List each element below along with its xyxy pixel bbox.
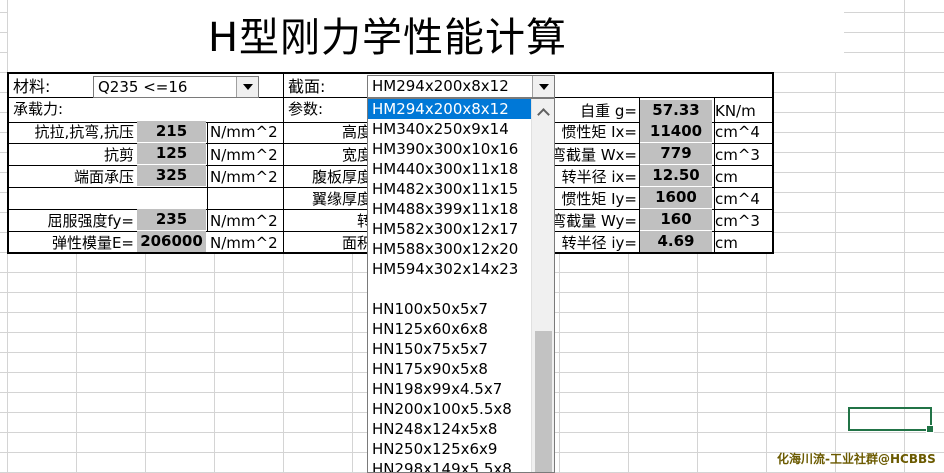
dropdown-option[interactable]: HM588x300x12x20 <box>368 239 554 259</box>
dropdown-option[interactable]: HN150x75x5x7 <box>368 339 554 359</box>
flange-thickness-label: 翼缘厚度 <box>311 190 372 208</box>
wy-label: 弯截量 Wy= <box>551 212 637 230</box>
dropdown-option[interactable]: HM482x300x11x15 <box>368 179 554 199</box>
dropdown-option[interactable]: HN248x124x5x8 <box>368 419 554 439</box>
params-heading: 参数: <box>288 100 324 118</box>
dropdown-option[interactable]: HN298x149x5.5x8 <box>368 459 554 472</box>
rx-unit: cm <box>715 168 738 186</box>
section-dropdown-list[interactable]: HM294x200x8x12 HM340x250x9x14 HM390x300x10… <box>367 98 555 473</box>
bearing-label: 端面承压 <box>73 168 134 186</box>
rx-value: 12.50 <box>640 165 712 186</box>
chevron-up-icon <box>536 107 550 121</box>
weight-value: 57.33 <box>640 100 712 121</box>
col-divider <box>283 74 284 252</box>
section-select-value: HM294x200x8x12 <box>372 77 509 95</box>
modulus-label: 弹性模量E= <box>51 234 134 252</box>
dropdown-scrollbar[interactable] <box>531 99 554 472</box>
radius-label: 转 <box>356 212 372 230</box>
ry-value: 4.69 <box>640 231 712 252</box>
dropdown-option[interactable]: HM294x200x8x12 <box>368 99 554 119</box>
wx-label: 弯截量 Wx= <box>550 146 637 164</box>
weight-label: 自重 g= <box>580 102 637 120</box>
bearing-value: 325 <box>137 165 206 186</box>
web-thickness-label: 腹板厚度 <box>311 168 372 186</box>
dropdown-option[interactable]: HN175x90x5x8 <box>368 359 554 379</box>
ry-unit: cm <box>715 234 738 252</box>
scroll-thumb[interactable] <box>535 331 552 472</box>
dropdown-option[interactable]: HN250x125x6x9 <box>368 439 554 459</box>
material-select-value: Q235 <=16 <box>98 78 188 96</box>
section-select[interactable]: HM294x200x8x12 <box>367 75 555 98</box>
tension-value: 215 <box>137 121 206 142</box>
yield-label: 屈服强度fy= <box>47 212 134 230</box>
weight-unit: KN/m <box>715 102 756 120</box>
iy-unit: cm^4 <box>715 190 760 208</box>
tension-label: 抗拉,抗弯,抗压 <box>34 123 134 141</box>
material-dropdown-button[interactable] <box>236 77 258 97</box>
width-label: 宽度 <box>341 146 372 164</box>
dropdown-option[interactable]: HM582x300x12x17 <box>368 219 554 239</box>
shear-value: 125 <box>137 143 206 164</box>
chevron-down-icon <box>242 84 253 90</box>
ry-label: 转半径 iy= <box>561 234 637 252</box>
modulus-value: 206000 <box>137 231 206 252</box>
dropdown-option[interactable]: HN198x99x4.5x7 <box>368 379 554 399</box>
ix-label: 惯性矩 Ix= <box>561 123 637 141</box>
yield-value: 235 <box>137 209 206 230</box>
capacity-heading: 承载力: <box>13 100 64 118</box>
dropdown-option[interactable]: HM488x399x11x18 <box>368 199 554 219</box>
bearing-unit: N/mm^2 <box>210 168 278 186</box>
selected-cell[interactable] <box>848 407 934 433</box>
wx-unit: cm^3 <box>715 146 760 164</box>
dropdown-option[interactable]: HN100x50x5x7 <box>368 299 554 319</box>
chevron-down-icon <box>538 83 549 90</box>
dropdown-option[interactable]: HN125x60x6x8 <box>368 319 554 339</box>
height-label: 高度 <box>341 123 372 141</box>
dropdown-option[interactable]: HM390x300x10x16 <box>368 139 554 159</box>
iy-value: 1600 <box>640 187 712 208</box>
dropdown-option[interactable]: HN200x100x5.5x8 <box>368 399 554 419</box>
section-label: 截面: <box>288 77 326 96</box>
section-dropdown-button[interactable] <box>532 76 554 97</box>
modulus-unit: N/mm^2 <box>210 234 278 252</box>
fill-handle[interactable] <box>926 425 934 433</box>
dropdown-option[interactable]: HM440x300x11x18 <box>368 159 554 179</box>
yield-unit: N/mm^2 <box>210 212 278 230</box>
watermark-text: 化海川流-工业社群@HCBBS <box>777 452 936 466</box>
dropdown-option[interactable] <box>368 279 554 299</box>
material-select[interactable]: Q235 <=16 <box>93 76 259 98</box>
material-label: 材料: <box>13 77 51 96</box>
page-title: H型刚力学性能计算 <box>207 15 568 61</box>
shear-unit: N/mm^2 <box>210 146 278 164</box>
rx-label: 转半径 ix= <box>561 168 637 186</box>
ix-value: 11400 <box>640 121 712 142</box>
iy-label: 惯性矩 Iy= <box>561 190 637 208</box>
scroll-up-button[interactable] <box>532 103 554 121</box>
shear-label: 抗剪 <box>103 146 134 164</box>
dropdown-items: HM294x200x8x12 HM340x250x9x14 HM390x300x10… <box>368 99 554 472</box>
tension-unit: N/mm^2 <box>210 123 278 141</box>
dropdown-option[interactable]: HM594x302x14x23 <box>368 259 554 279</box>
wy-unit: cm^3 <box>715 212 760 230</box>
wx-value: 779 <box>640 143 712 164</box>
ix-unit: cm^4 <box>715 123 760 141</box>
area-label: 面积 <box>341 234 372 252</box>
dropdown-option[interactable]: HM340x250x9x14 <box>368 119 554 139</box>
wy-value: 160 <box>640 209 712 230</box>
